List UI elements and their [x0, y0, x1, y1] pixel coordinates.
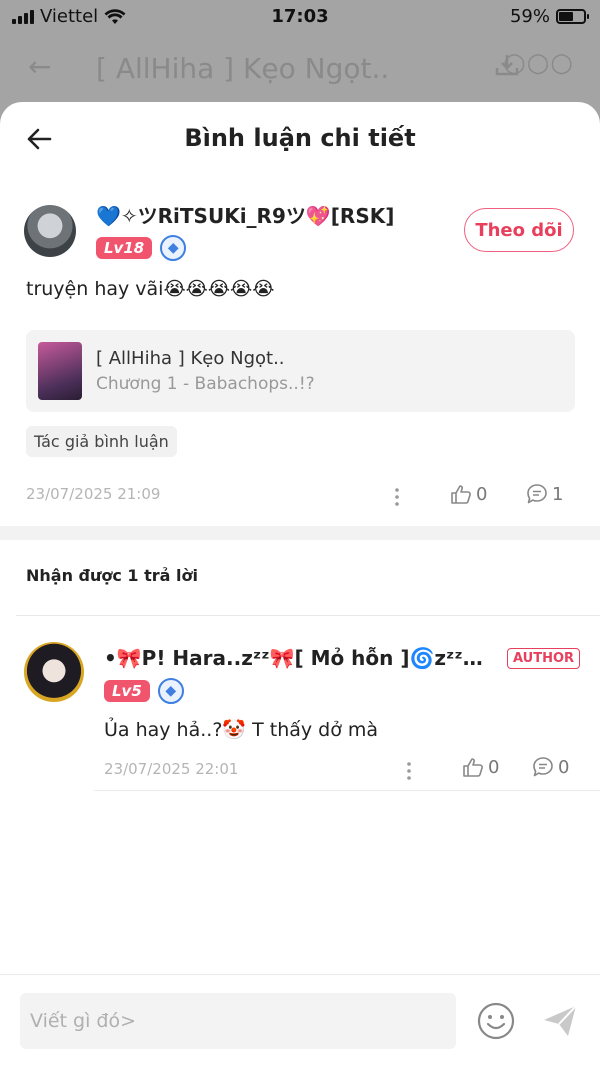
reply-like-count: 0	[488, 756, 500, 778]
battery-icon	[556, 9, 589, 24]
composer-divider	[0, 974, 600, 975]
reply-username[interactable]: •🎀P! Hara..zᶻᶻ🎀[ Mỏ hỗn ]🌀zᶻᶻ…	[104, 646, 484, 670]
background-header: ← [ AllHiha ] Kẹo Ngọt.. ○○○	[0, 44, 600, 90]
main-comment: 💙✧ツRiTSUKi_R9ツ💖[RSK] Lv18 ◆ Theo dõi tru…	[0, 102, 600, 526]
reply-user-badges: Lv5 ◆	[104, 678, 184, 704]
background-title: [ AllHiha ] Kẹo Ngọt..	[96, 52, 390, 85]
story-title: [ AllHiha ] Kẹo Ngọt..	[96, 348, 285, 369]
reply-reply-count: 0	[558, 756, 570, 778]
story-card[interactable]: [ AllHiha ] Kẹo Ngọt.. Chương 1 - Babach…	[26, 330, 575, 412]
author-comment-tag: Tác giả bình luận	[26, 426, 177, 457]
more-icon: ○○○	[502, 48, 574, 78]
comment-bubble-icon	[533, 757, 553, 777]
comment-timestamp: 23/07/2025 21:09	[26, 485, 161, 503]
reply-avatar[interactable]	[24, 642, 84, 702]
level-badge: Lv18	[96, 237, 153, 259]
section-divider	[0, 526, 600, 540]
user-badges: Lv18 ◆	[96, 235, 187, 261]
reply-vip-badge-icon: ◆	[157, 678, 184, 704]
reply-text: Ủa hay hả..?🤡 T thấy dở mà	[104, 719, 379, 741]
reply-timestamp: 23/07/2025 22:01	[104, 760, 239, 778]
replies-count-label: Nhận được 1 trả lời	[26, 566, 198, 585]
reply-button[interactable]: 1	[526, 483, 563, 505]
send-icon[interactable]	[540, 1001, 580, 1041]
reply-item: •🎀P! Hara..zᶻᶻ🎀[ Mỏ hỗn ]🌀zᶻᶻ… AUTHOR Lv…	[0, 616, 600, 792]
comment-text: truyện hay vãi😭😭😭😭😭	[26, 278, 275, 300]
vip-badge-icon: ◆	[160, 235, 187, 261]
comment-detail-sheet: Bình luận chi tiết 💙✧ツRiTSUKi_R9ツ💖[RSK] …	[0, 102, 600, 1068]
like-count: 0	[476, 483, 488, 505]
like-button[interactable]: 0	[450, 483, 487, 505]
author-badge: AUTHOR	[507, 648, 581, 669]
story-cover-image	[38, 342, 82, 400]
reply-more-options-icon[interactable]	[404, 760, 414, 782]
battery-percent: 59%	[509, 6, 550, 27]
divider	[94, 790, 600, 791]
comment-input[interactable]	[20, 993, 456, 1049]
background-back-icon: ←	[28, 50, 52, 83]
comment-username[interactable]: 💙✧ツRiTSUKi_R9ツ💖[RSK]	[96, 200, 394, 229]
reply-reply-button[interactable]: 0	[532, 756, 569, 778]
reply-level-badge: Lv5	[104, 680, 150, 702]
thumbs-up-icon	[463, 758, 483, 777]
emoji-icon[interactable]	[476, 1001, 516, 1041]
battery-group: 59%	[509, 6, 589, 27]
comment-bubble-icon	[527, 484, 547, 504]
reply-count: 1	[552, 483, 564, 505]
story-chapter: Chương 1 - Babachops..!?	[96, 374, 315, 394]
thumbs-up-icon	[451, 485, 471, 504]
avatar[interactable]	[24, 205, 76, 257]
reply-like-button[interactable]: 0	[462, 756, 499, 778]
status-bar: Viettel 17:03 59%	[0, 0, 600, 34]
more-options-icon[interactable]	[392, 486, 402, 508]
follow-button[interactable]: Theo dõi	[464, 208, 574, 252]
